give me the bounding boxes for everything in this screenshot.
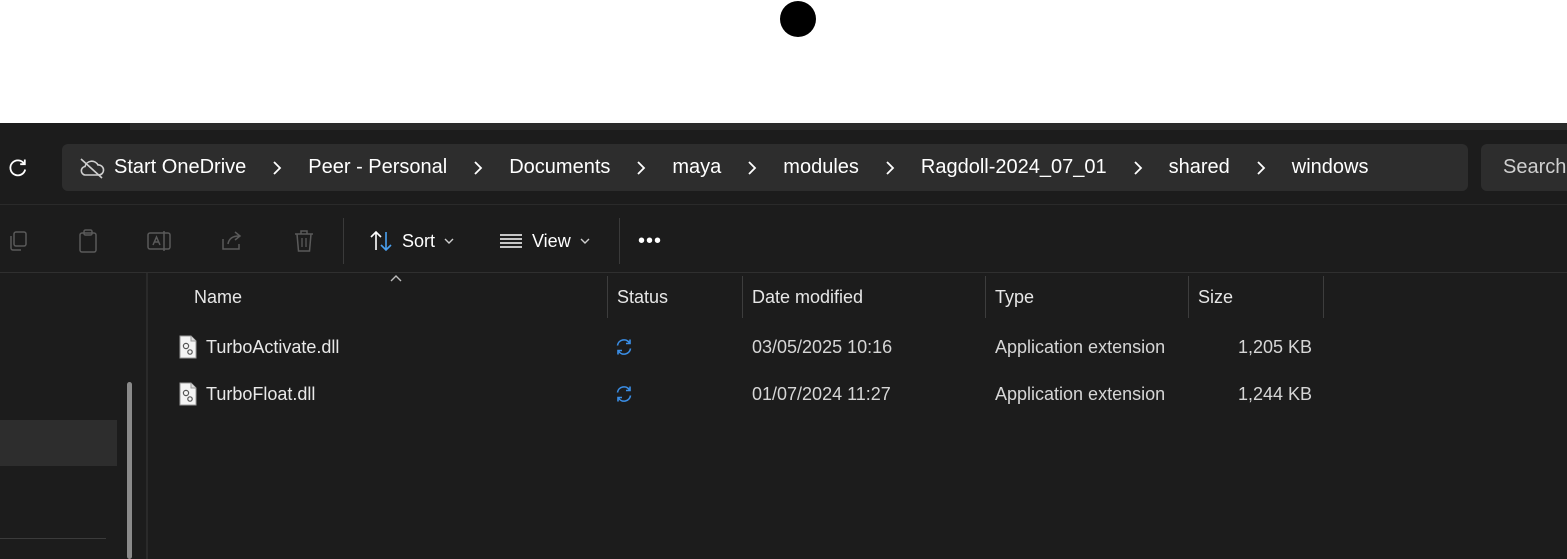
- toolbar-separator: [619, 218, 620, 264]
- share-button[interactable]: [214, 222, 250, 260]
- breadcrumb: Start OneDrive Peer - Personal Documents…: [62, 144, 1376, 191]
- chevron-right-icon[interactable]: [1238, 144, 1284, 191]
- chevron-right-icon[interactable]: [729, 144, 775, 191]
- black-dot-marker: [780, 1, 816, 37]
- sync-pending-icon: [616, 339, 632, 355]
- file-name: TurboActivate.dll: [206, 336, 340, 357]
- column-header-type[interactable]: Type: [995, 276, 1034, 318]
- chevron-right-icon[interactable]: [867, 144, 913, 191]
- date-modified-cell: 01/07/2024 11:27: [752, 383, 891, 404]
- size-cell: 1,205 KB: [1237, 336, 1312, 357]
- name-cell: TurboActivate.dll: [178, 325, 339, 369]
- sort-ascending-icon: [390, 275, 402, 282]
- paste-button[interactable]: [70, 222, 106, 260]
- more-options-button[interactable]: •••: [638, 222, 662, 260]
- date-modified-cell: 03/05/2025 10:16: [752, 336, 893, 357]
- delete-button[interactable]: [286, 222, 322, 260]
- name-cell: TurboFloat.dll: [178, 372, 315, 416]
- column-separator[interactable]: [1323, 276, 1324, 318]
- breadcrumb-item-peer-personal[interactable]: Peer - Personal: [300, 156, 455, 179]
- nav-divider: [0, 538, 106, 539]
- breadcrumb-item-modules[interactable]: modules: [775, 156, 867, 179]
- column-header-name[interactable]: Name: [194, 276, 242, 318]
- breadcrumb-item-documents[interactable]: Documents: [501, 156, 618, 179]
- cloud-offline-icon: [80, 157, 105, 179]
- paste-icon: [79, 229, 97, 253]
- pane-splitter[interactable]: [146, 273, 148, 559]
- status-cell: [614, 372, 634, 416]
- breadcrumb-item-shared[interactable]: shared: [1161, 156, 1238, 179]
- nav-scrollbar[interactable]: [127, 382, 132, 559]
- view-label: View: [532, 230, 571, 251]
- chevron-right-icon[interactable]: [618, 144, 664, 191]
- type-cell: Application extension: [995, 383, 1166, 404]
- sort-button[interactable]: Sort: [368, 222, 455, 260]
- breadcrumb-item-maya[interactable]: maya: [664, 156, 729, 179]
- rename-icon: [147, 231, 171, 251]
- sort-label: Sort: [402, 230, 436, 251]
- dll-file-icon: [178, 335, 198, 359]
- refresh-icon: [9, 159, 27, 177]
- size-cell: 1,244 KB: [1237, 383, 1312, 404]
- column-header-size[interactable]: Size: [1198, 276, 1233, 318]
- column-separator[interactable]: [985, 276, 986, 318]
- toolbar-divider: [0, 272, 1567, 273]
- column-separator[interactable]: [607, 276, 608, 318]
- sync-pending-icon: [616, 386, 632, 402]
- sort-arrows-icon: [370, 230, 392, 252]
- copy-button[interactable]: [0, 222, 36, 260]
- nav-item-selected[interactable]: [0, 420, 117, 466]
- address-bar[interactable]: Start OneDrive Peer - Personal Documents…: [62, 144, 1468, 191]
- table-row[interactable]: TurboActivate.dll 03/05/2025 10:16 Appli…: [150, 325, 1567, 369]
- refresh-button[interactable]: [0, 150, 36, 186]
- view-list-icon: [500, 234, 522, 248]
- chevron-down-icon: [444, 238, 454, 244]
- tab-strip-edge: [130, 123, 1567, 130]
- share-icon: [222, 231, 242, 250]
- file-name: TurboFloat.dll: [206, 383, 316, 404]
- column-separator[interactable]: [1188, 276, 1189, 318]
- view-button[interactable]: View: [498, 222, 591, 260]
- column-separator[interactable]: [742, 276, 743, 318]
- chevron-down-icon: [580, 238, 590, 244]
- chevron-right-icon[interactable]: [254, 144, 300, 191]
- search-input[interactable]: [1481, 155, 1567, 180]
- rename-button[interactable]: [142, 222, 178, 260]
- trash-icon: [295, 230, 313, 252]
- more-options-icon: •••: [638, 229, 663, 252]
- navigation-pane: [0, 273, 146, 559]
- chevron-right-icon[interactable]: [1115, 144, 1161, 191]
- type-cell: Application extension: [995, 336, 1166, 357]
- breadcrumb-item-ragdoll[interactable]: Ragdoll-2024_07_01: [913, 156, 1115, 179]
- breadcrumb-item-start-onedrive[interactable]: Start OneDrive: [106, 156, 254, 179]
- chevron-right-icon[interactable]: [455, 144, 501, 191]
- dll-file-icon: [178, 382, 198, 406]
- column-header-status[interactable]: Status: [617, 276, 668, 318]
- status-cell: [614, 325, 634, 369]
- breadcrumb-item-windows[interactable]: windows: [1284, 156, 1377, 179]
- table-row[interactable]: TurboFloat.dll 01/07/2024 11:27 Applicat…: [150, 372, 1567, 416]
- copy-icon: [10, 231, 27, 251]
- column-header-date-modified[interactable]: Date modified: [752, 276, 863, 318]
- divider: [0, 204, 1567, 205]
- toolbar-separator: [343, 218, 344, 264]
- search-box[interactable]: [1481, 144, 1567, 191]
